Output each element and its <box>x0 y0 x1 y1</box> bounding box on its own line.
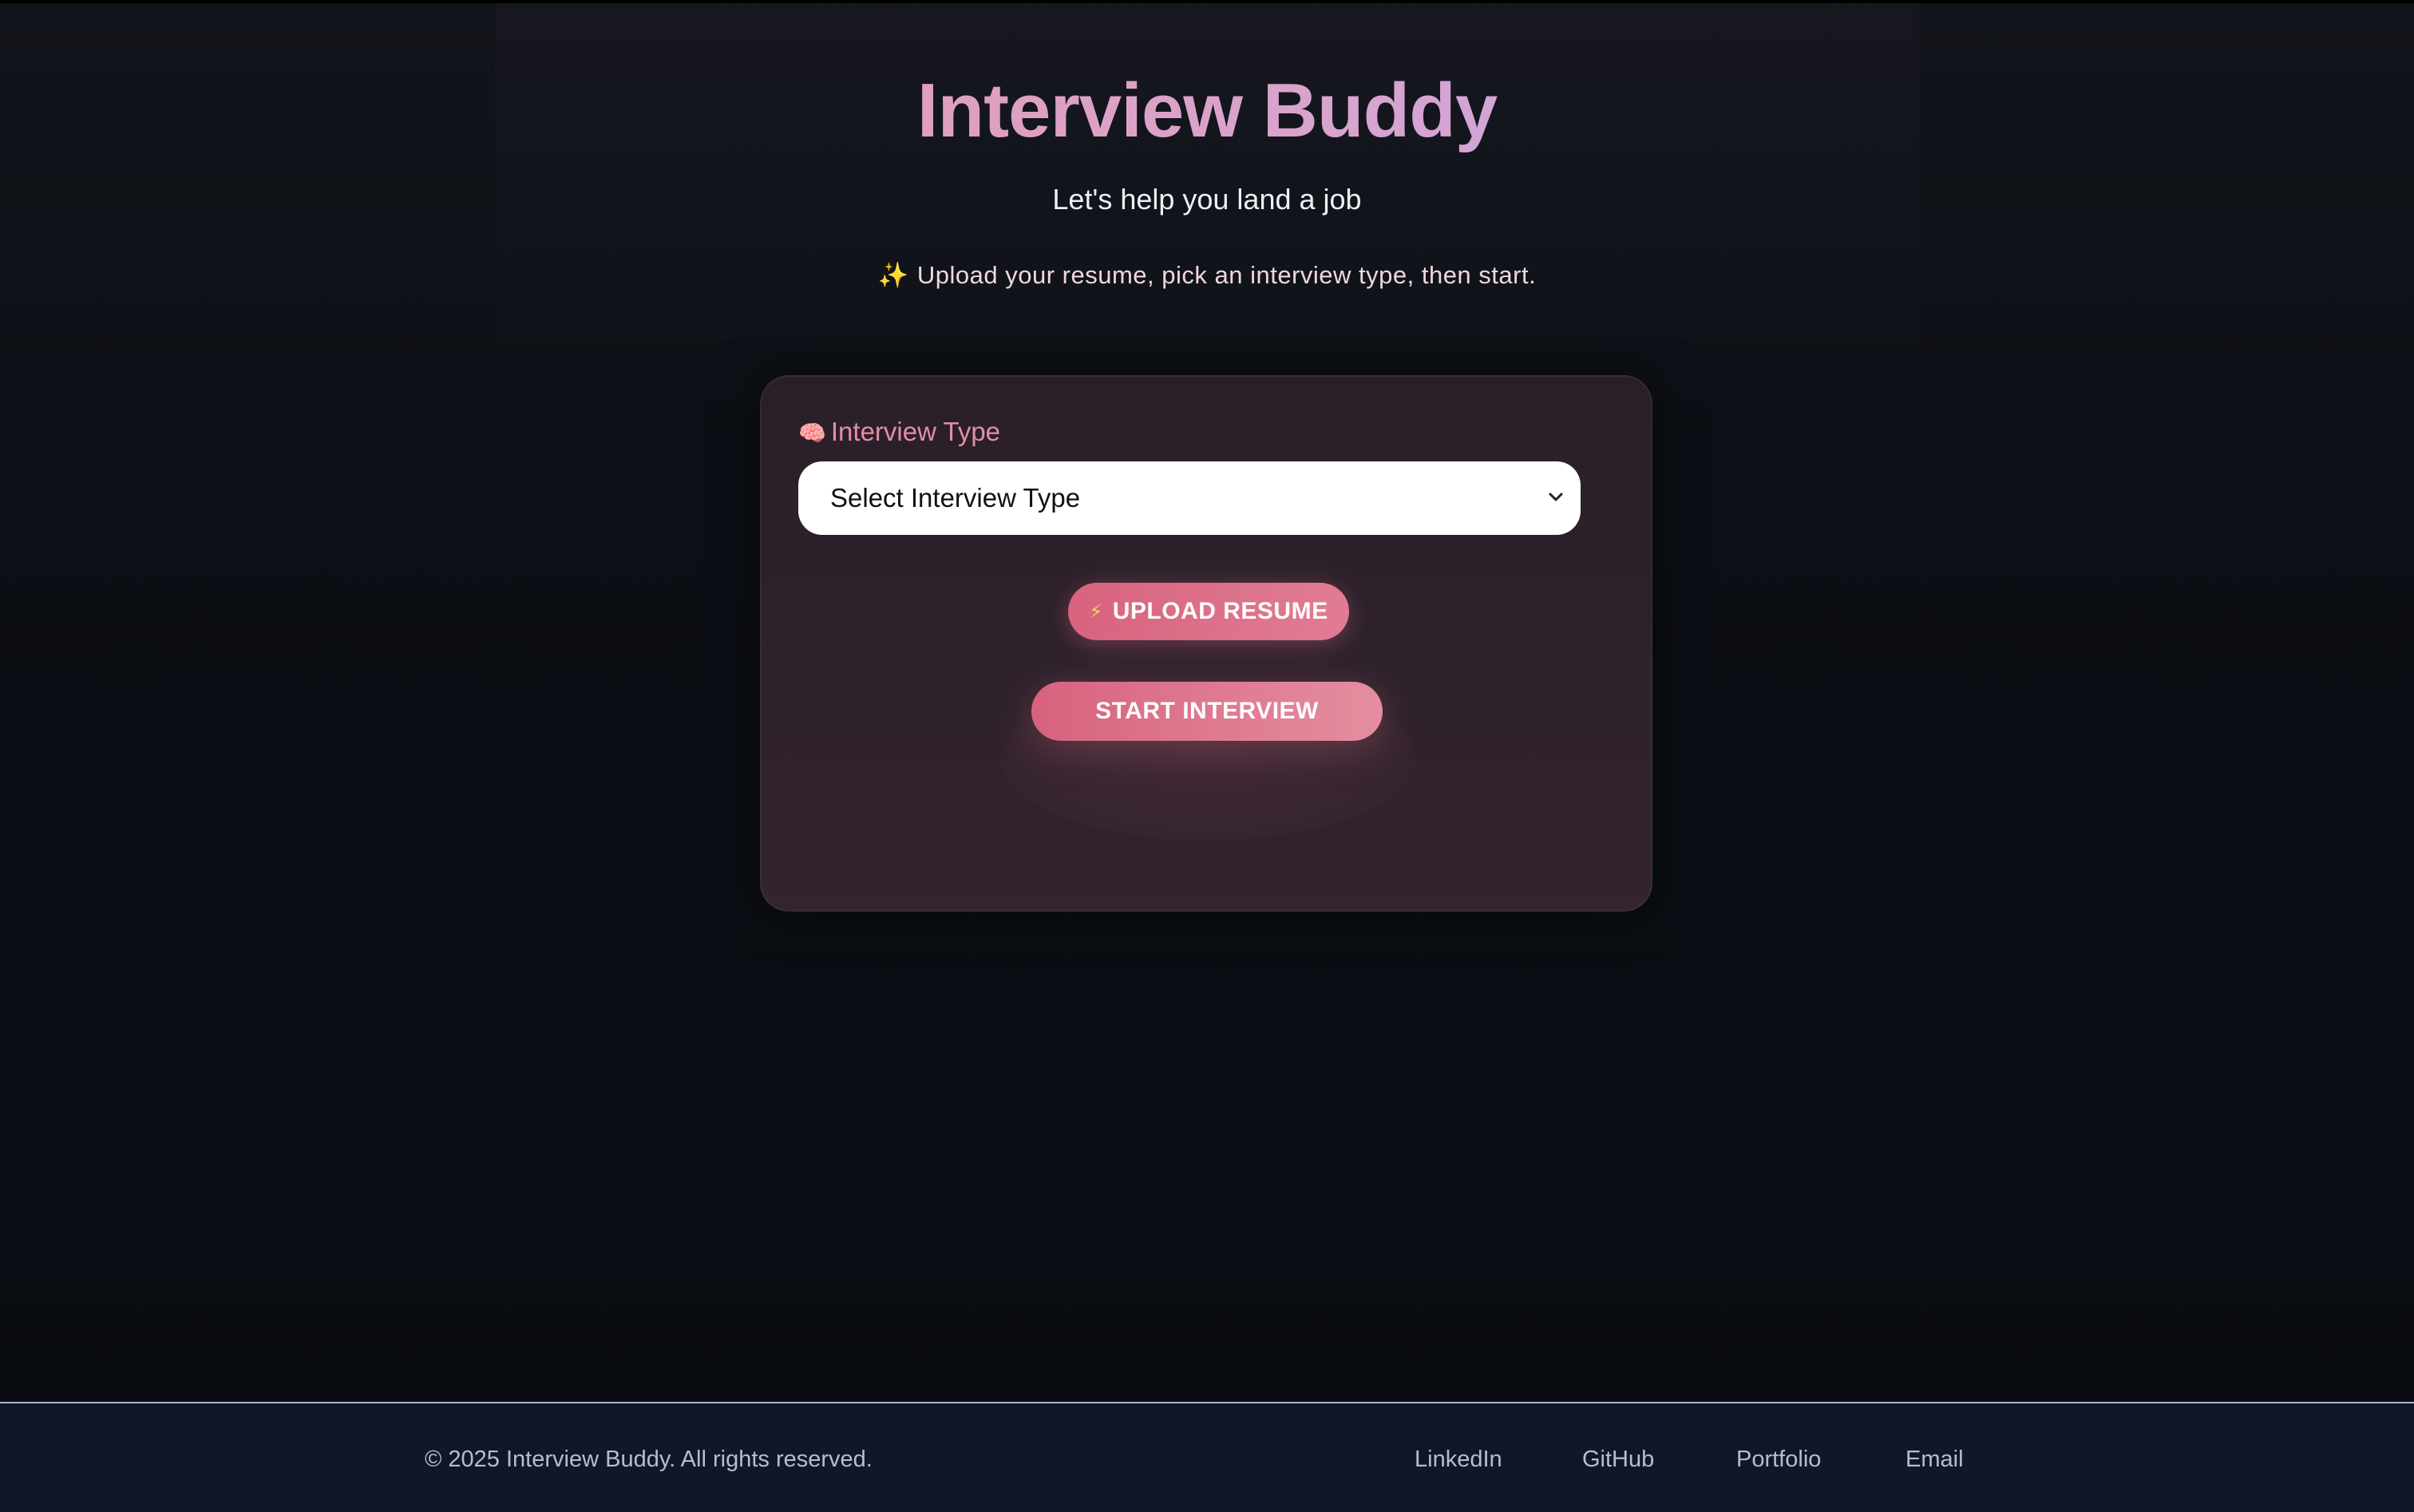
footer-link-linkedin[interactable]: LinkedIn <box>1415 1447 1502 1473</box>
hero-section: Interview Buddy Let's help you land a jo… <box>495 3 1919 342</box>
instructions-text: Upload your resume, pick an interview ty… <box>916 261 1537 289</box>
interview-type-label-text: Interview Type <box>830 417 1001 446</box>
footer-link-portfolio[interactable]: Portfolio <box>1736 1447 1821 1473</box>
interview-type-select[interactable]: Select Interview Type <box>798 461 1581 535</box>
brain-icon: 🧠 <box>798 421 826 445</box>
footer: © 2025 Interview Buddy. All rights reser… <box>0 1402 2414 1512</box>
start-interview-label: START INTERVIEW <box>1095 698 1319 724</box>
interview-type-label: 🧠 Interview Type <box>798 417 1000 447</box>
footer-links: LinkedIn GitHub Portfolio Email <box>0 1447 2414 1478</box>
interview-setup-card: 🧠 Interview Type Select Interview Type ⚡ U… <box>760 375 1652 912</box>
upload-resume-button[interactable]: ⚡ UPLOAD RESUME <box>1068 583 1349 640</box>
page-title: Interview Buddy <box>495 67 1919 155</box>
footer-link-email[interactable]: Email <box>1905 1447 1964 1473</box>
page-subtitle: Let's help you land a job <box>1052 183 1362 216</box>
page: Interview Buddy Let's help you land a jo… <box>0 0 2414 1512</box>
upload-resume-label: UPLOAD RESUME <box>1112 598 1328 624</box>
start-interview-button[interactable]: START INTERVIEW <box>1031 682 1383 741</box>
chevron-down-icon <box>1542 484 1569 511</box>
lightning-icon: ⚡ <box>1089 600 1103 623</box>
instructions-hint: ✨ Upload your resume, pick an interview t… <box>495 260 1919 290</box>
footer-link-github[interactable]: GitHub <box>1582 1447 1654 1473</box>
sparkles-icon: ✨ <box>877 261 909 289</box>
interview-type-select-value: Select Interview Type <box>830 483 1081 513</box>
